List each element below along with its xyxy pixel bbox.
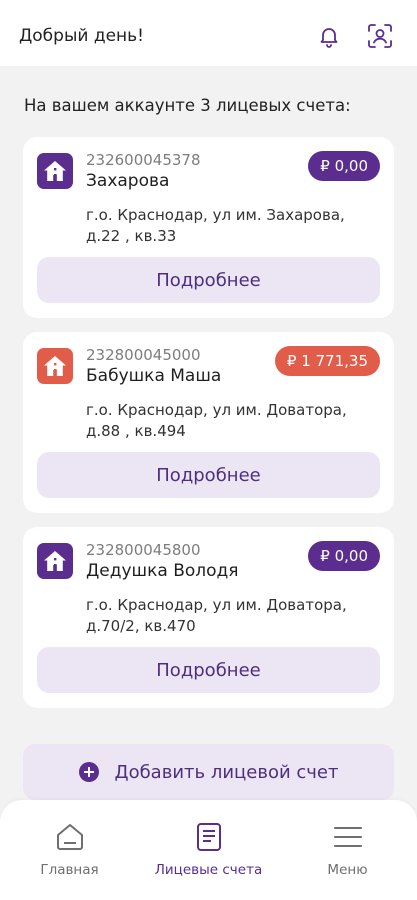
plus-circle-icon (78, 762, 99, 782)
house-icon (37, 348, 73, 384)
greeting-text: Добрый день! (19, 26, 144, 46)
house-icon (37, 153, 73, 189)
account-address: г.о. Краснодар, ул им. Захарова, д.22 , … (86, 206, 345, 245)
nav-label-home: Главная (40, 862, 99, 878)
account-address: г.о. Краснодар, ул им. Доватора, д.88 , … (86, 401, 347, 440)
account-number: 232600045378 (86, 151, 201, 169)
document-icon (192, 820, 226, 854)
top-bar: Добрый день! (0, 0, 417, 66)
add-account-label: Добавить лицевой счет (114, 761, 339, 783)
house-icon (37, 543, 73, 579)
details-button[interactable]: Подробнее (37, 452, 380, 498)
add-account-button[interactable]: Добавить лицевой счет (23, 744, 394, 800)
nav-item-menu[interactable]: Меню (278, 800, 417, 900)
account-card: 232600045378 Захарова ₽ 0,00 г.о. Красно… (23, 137, 394, 318)
bell-icon[interactable] (315, 22, 343, 50)
details-button[interactable]: Подробнее (37, 647, 380, 693)
home-icon (53, 820, 87, 854)
account-number: 232800045000 (86, 346, 201, 364)
bottom-nav: Главная Лицевые счета Меню (0, 800, 417, 900)
account-name: Бабушка Маша (86, 366, 222, 386)
account-name: Захарова (86, 171, 170, 191)
account-name: Дедушка Володя (86, 561, 239, 581)
accounts-summary: На вашем аккаунте 3 лицевых счета: (24, 96, 351, 115)
nav-label-menu: Меню (327, 862, 368, 878)
nav-label-accounts: Лицевые счета (154, 862, 263, 878)
details-button[interactable]: Подробнее (37, 257, 380, 303)
profile-scan-icon[interactable] (366, 22, 394, 50)
nav-item-accounts[interactable]: Лицевые счета (139, 800, 278, 900)
nav-item-home[interactable]: Главная (0, 800, 139, 900)
balance-badge: ₽ 1 771,35 (274, 346, 380, 376)
balance-badge: ₽ 0,00 (308, 541, 380, 571)
account-card: 232800045800 Дедушка Володя ₽ 0,00 г.о. … (23, 527, 394, 708)
account-number: 232800045800 (86, 541, 201, 559)
account-card: 232800045000 Бабушка Маша ₽ 1 771,35 г.о… (23, 332, 394, 513)
balance-badge: ₽ 0,00 (308, 151, 380, 181)
account-address: г.о. Краснодар, ул им. Доватора, д.70/2,… (86, 596, 347, 635)
menu-icon (331, 820, 365, 854)
